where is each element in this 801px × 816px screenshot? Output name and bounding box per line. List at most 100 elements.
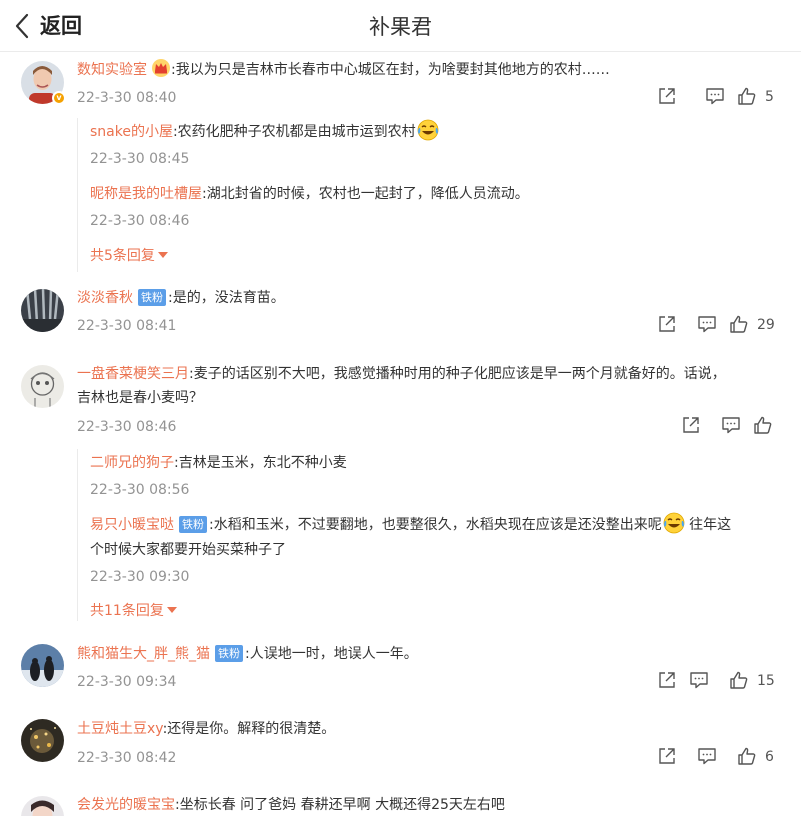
avatar[interactable] bbox=[21, 796, 64, 816]
avatar[interactable] bbox=[21, 365, 64, 408]
comment-time: 22-3-30 08:41 bbox=[77, 318, 177, 334]
comment-item: 一盘香菜梗笑三月:麦子的话区别不大吧，我感觉播种时用的种子化肥应该是早一两个月就… bbox=[0, 352, 801, 634]
comment-time: 22-3-30 08:46 bbox=[77, 419, 177, 435]
caret-down-icon bbox=[157, 252, 168, 258]
like-icon bbox=[730, 671, 748, 689]
laugh-cry-emoji-icon bbox=[663, 512, 685, 534]
comment-text-line-2: 吉林也是春小麦吗？ bbox=[77, 384, 777, 412]
avatar[interactable] bbox=[21, 289, 64, 332]
share-button[interactable] bbox=[657, 670, 677, 692]
comment-text: :麦子的话区别不大吧，我感觉播种时用的种子化肥应该是早一两个月就备好的。话说， bbox=[189, 366, 726, 382]
comment-button[interactable] bbox=[705, 86, 725, 108]
username-link[interactable]: 熊和猫生大_胖_熊_猫 bbox=[77, 646, 210, 662]
comment-button[interactable] bbox=[689, 670, 709, 692]
reply-text-line: 易只小暖宝哒 铁粉:水稻和玉米，不过要翻地，也要整很久，水稻央现在应该是还没整出来… bbox=[90, 511, 790, 539]
username-link[interactable]: 易只小暖宝哒 bbox=[90, 517, 174, 533]
comment-text: :人误地一时，地误人一年。 bbox=[245, 646, 418, 662]
comment-icon bbox=[698, 748, 716, 765]
comment-button[interactable] bbox=[721, 415, 741, 437]
reply-text-line: 二师兄的狗子:吉林是玉米，东北不种小麦 bbox=[90, 449, 790, 477]
comment-text: :我以为只是吉林市长春市中心城区在封，为啥要封其他地方的农村…… bbox=[171, 62, 610, 78]
reply-text-line: snake的小屋:农药化肥种子农机都是由城市运到农村 bbox=[90, 118, 790, 146]
more-replies-link[interactable]: 共11条回复 bbox=[90, 601, 177, 621]
username-link[interactable]: 二师兄的狗子 bbox=[90, 455, 174, 471]
like-button[interactable] bbox=[753, 415, 773, 437]
comment-item: 淡淡香秋 铁粉:是的，没法育苗。 22-3-30 08:41 29 bbox=[0, 284, 801, 352]
share-icon bbox=[683, 417, 699, 433]
share-button[interactable] bbox=[657, 746, 677, 768]
reply-time: 22-3-30 08:56 bbox=[90, 482, 190, 498]
fan-badge: 铁粉 bbox=[179, 516, 207, 533]
top-bar: 返回 补果君 bbox=[0, 0, 801, 52]
caret-down-icon bbox=[166, 607, 177, 613]
reply-text-line: 昵称是我的吐槽屋:湖北封省的时候，农村也一起封了，降低人员流动。 bbox=[90, 180, 790, 208]
comment-actions: 5 bbox=[651, 86, 801, 108]
reply-text-after-emoji: 往年这 bbox=[684, 517, 732, 533]
comment-text-continued: 吉林也是春小麦吗？ bbox=[77, 390, 203, 406]
more-replies-link[interactable]: 共5条回复 bbox=[90, 246, 168, 266]
like-button[interactable]: 6 bbox=[737, 746, 774, 768]
reply-thread: snake的小屋:农药化肥种子农机都是由城市运到农村 22-3-30 08:45… bbox=[77, 118, 797, 272]
like-count: 29 bbox=[757, 317, 775, 333]
comment-item: 土豆炖土豆xy:还得是你。解释的很清楚。 22-3-30 08:42 6 bbox=[0, 715, 801, 785]
comment-actions: 15 bbox=[651, 670, 801, 692]
comment-actions bbox=[675, 415, 801, 437]
laugh-cry-emoji-icon bbox=[417, 119, 439, 141]
username-link[interactable]: 土豆炖土豆xy bbox=[77, 721, 163, 737]
like-count: 6 bbox=[765, 749, 774, 765]
share-button[interactable] bbox=[657, 86, 677, 108]
like-button[interactable]: 5 bbox=[737, 86, 774, 108]
reply-text-continued: 个时候大家都要开始买菜种子了 bbox=[90, 542, 286, 558]
reply-time: 22-3-30 09:30 bbox=[90, 569, 190, 585]
username-link[interactable]: snake的小屋 bbox=[90, 124, 173, 140]
reply-text: :水稻和玉米，不过要翻地，也要整很久，水稻央现在应该是还没整出来呢 bbox=[209, 517, 662, 533]
reply-text: :吉林是玉米，东北不种小麦 bbox=[174, 455, 347, 471]
avatar[interactable] bbox=[21, 719, 64, 762]
fan-badge: 铁粉 bbox=[138, 289, 166, 306]
like-icon bbox=[738, 747, 756, 765]
comment-text: :坐标长春 问了爸妈 春耕还早啊 大概还得25天左右吧 bbox=[175, 797, 505, 813]
crown-badge-icon bbox=[152, 59, 170, 77]
comment-item: v 数知实验室:我以为只是吉林市长春市中心城区在封，为啥要封其他地方的农村…… … bbox=[0, 52, 801, 284]
share-button[interactable] bbox=[681, 415, 701, 437]
comment-time: 22-3-30 08:42 bbox=[77, 750, 177, 766]
reply-time: 22-3-30 08:46 bbox=[90, 213, 190, 229]
comment-button[interactable] bbox=[697, 314, 717, 336]
comment-icon bbox=[690, 672, 708, 689]
comment-text-line: 淡淡香秋 铁粉:是的，没法育苗。 bbox=[77, 284, 777, 312]
fan-badge: 铁粉 bbox=[215, 645, 243, 662]
comment-text-line: 熊和猫生大_胖_熊_猫 铁粉:人误地一时，地误人一年。 bbox=[77, 640, 777, 668]
username-link[interactable]: 会发光的暖宝宝 bbox=[77, 797, 175, 813]
like-button[interactable]: 15 bbox=[729, 670, 775, 692]
comment-item: 会发光的暖宝宝:坐标长春 问了爸妈 春耕还早啊 大概还得25天左右吧 bbox=[0, 790, 801, 816]
reply-text-line-2: 个时候大家都要开始买菜种子了 bbox=[90, 536, 790, 564]
username-link[interactable]: 昵称是我的吐槽屋 bbox=[90, 186, 202, 202]
comment-text: :还得是你。解释的很清楚。 bbox=[162, 721, 336, 737]
share-button[interactable] bbox=[657, 314, 677, 336]
avatar[interactable] bbox=[21, 644, 64, 687]
like-count: 15 bbox=[757, 673, 775, 689]
comment-actions: 6 bbox=[651, 746, 801, 768]
comment-icon bbox=[706, 88, 724, 105]
reply-time: 22-3-30 08:45 bbox=[90, 151, 190, 167]
username-link[interactable]: 淡淡香秋 bbox=[77, 290, 133, 306]
more-replies-label: 共11条回复 bbox=[90, 603, 164, 619]
username-link[interactable]: 数知实验室 bbox=[77, 62, 147, 78]
share-icon bbox=[659, 672, 675, 688]
more-replies-label: 共5条回复 bbox=[90, 248, 155, 264]
page-title: 补果君 bbox=[369, 15, 432, 39]
username-link[interactable]: 一盘香菜梗笑三月 bbox=[77, 366, 189, 382]
comment-icon bbox=[698, 316, 716, 333]
reply-thread: 二师兄的狗子:吉林是玉米，东北不种小麦 22-3-30 08:56 易只小暖宝哒… bbox=[77, 449, 797, 621]
reply-text: :农药化肥种子农机都是由城市运到农村 bbox=[172, 124, 416, 140]
share-icon bbox=[659, 88, 675, 104]
like-icon bbox=[754, 416, 772, 434]
like-button[interactable]: 29 bbox=[729, 314, 775, 336]
comment-text-line: 会发光的暖宝宝:坐标长春 问了爸妈 春耕还早啊 大概还得25天左右吧 bbox=[77, 791, 777, 816]
comment-text: :是的，没法育苗。 bbox=[168, 290, 285, 306]
like-icon bbox=[730, 315, 748, 333]
comment-icon bbox=[722, 417, 740, 434]
comment-button[interactable] bbox=[697, 746, 717, 768]
like-count: 5 bbox=[765, 89, 774, 105]
like-icon bbox=[738, 87, 756, 105]
